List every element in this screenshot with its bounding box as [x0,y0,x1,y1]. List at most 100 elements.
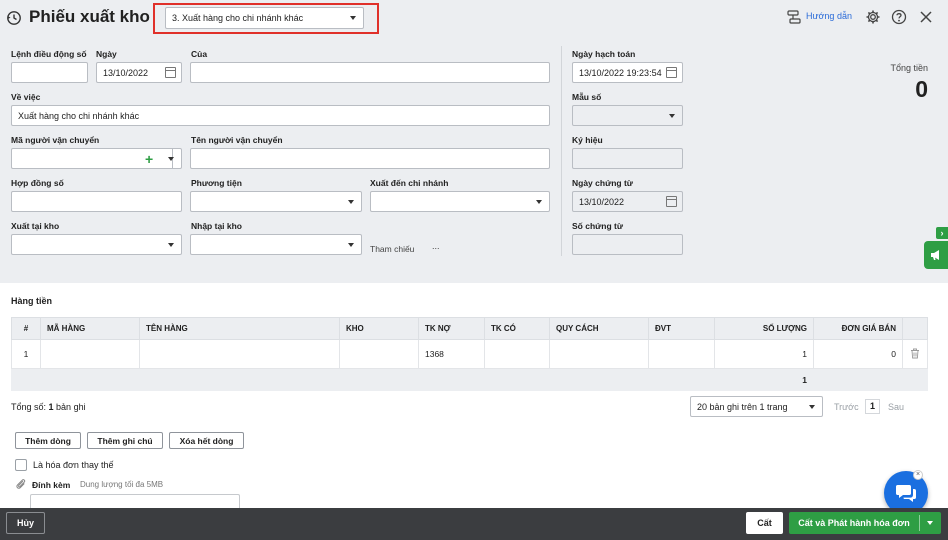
footer-bar: Hủy Cất Cất và Phát hành hóa đơn [0,508,948,540]
don-gia-cell[interactable]: 0 [813,339,903,369]
dvt-cell[interactable] [648,339,715,369]
section-title: Hàng tiền [11,296,53,306]
tk-no-cell[interactable]: 1368 [418,339,485,369]
save-options-dropdown[interactable] [920,512,941,534]
ngay-hach-toan-input[interactable]: 13/10/2022 19:23:54 [572,62,683,83]
prev-page-button[interactable]: Trước [834,402,859,412]
expand-panel-button[interactable]: › [936,227,948,239]
chevron-down-icon[interactable] [168,157,174,161]
xuat-den-chi-nhanh-select[interactable] [370,191,550,212]
ngay-chung-tu-value: 13/10/2022 [579,196,625,207]
table-row[interactable]: 1 1368 1 0 [11,339,928,369]
nhap-tai-kho-label: Nhập tại kho [191,221,243,231]
so-chung-tu-label: Số chứng từ [572,221,624,231]
cancel-button[interactable]: Hủy [6,512,45,534]
ma-nguoi-van-chuyen-label: Mã người vận chuyển [11,135,100,145]
chevron-down-icon [348,200,354,204]
chevron-down-icon [350,16,356,20]
delete-row-cell[interactable] [902,339,928,369]
quy-cach-cell[interactable] [549,339,649,369]
ngay-date-input[interactable]: 13/10/2022 [96,62,182,83]
chevron-down-icon [348,243,354,247]
table-header-row: # MÃ HÀNG TÊN HÀNG KHO TK NỢ TK CÓ QUY C… [11,317,928,340]
ten-hang-cell[interactable] [139,339,340,369]
sum-so-luong: 1 [714,368,814,391]
column-header: KHO [339,317,419,340]
add-note-button[interactable]: Thêm ghi chú [87,432,163,449]
ngay-chung-tu-label: Ngày chứng từ [572,178,633,188]
phuong-tien-select[interactable] [190,191,362,212]
phuong-tien-label: Phương tiện [191,178,242,188]
total-value: 0 [915,76,928,102]
current-page[interactable]: 1 [865,399,880,414]
column-header: MÃ HÀNG [40,317,140,340]
ky-hieu-input [572,148,683,169]
save-button[interactable]: Cất [746,512,783,534]
ngay-value: 13/10/2022 [103,67,149,78]
save-and-issue-button[interactable]: Cất và Phát hành hóa đơn [789,512,919,534]
total-label: Tổng tiền [890,63,928,73]
column-header [902,317,928,340]
add-row-button[interactable]: Thêm dòng [15,432,81,449]
record-count-suffix: bản ghi [53,402,86,412]
ve-viec-input[interactable]: Xuất hàng cho chi nhánh khác [11,105,550,126]
tham-chieu-label: Tham chiếu [370,244,415,254]
hop-dong-so-input[interactable] [11,191,182,212]
page-size-select[interactable]: 20 bản ghi trên 1 trang [690,396,823,417]
history-icon[interactable] [6,10,22,26]
xuat-tai-kho-label: Xuất tại kho [11,221,60,231]
column-header: # [11,317,41,340]
megaphone-icon [931,250,939,260]
chevron-down-icon [669,114,675,118]
chevron-down-icon [168,243,174,247]
xuat-tai-kho-select[interactable] [11,234,182,255]
column-header: ĐVT [648,317,715,340]
guide-link[interactable]: Hướng dẫn [806,11,852,21]
chevron-down-icon [536,200,542,204]
column-header: TK NỢ [418,317,485,340]
tk-co-cell[interactable] [484,339,550,369]
attach-hint: Dung lượng tối đa 5MB [80,480,164,489]
nhap-tai-kho-select[interactable] [190,234,362,255]
header-bar: Phiếu xuất kho 3. Xuất hàng cho chi nhán… [0,0,948,36]
add-icon[interactable]: + [145,151,153,167]
close-icon[interactable] [919,10,933,24]
feedback-tab[interactable] [924,241,948,269]
so-luong-cell[interactable]: 1 [714,339,814,369]
close-chat-icon[interactable]: × [913,470,923,480]
kho-cell[interactable] [339,339,419,369]
ma-hang-cell[interactable] [40,339,140,369]
replace-invoice-label: Là hóa đơn thay thế [33,460,114,470]
delete-all-rows-button[interactable]: Xóa hết dòng [169,432,244,449]
calendar-icon[interactable] [666,67,677,78]
row-number: 1 [11,339,41,369]
voucher-type-value: 3. Xuất hàng cho chi nhánh khác [172,13,304,23]
column-header: QUY CÁCH [549,317,649,340]
gear-icon[interactable] [865,9,881,25]
calendar-icon [666,196,677,207]
record-count-prefix: Tổng số: [11,402,49,412]
ten-nguoi-van-chuyen-input[interactable] [190,148,550,169]
next-page-button[interactable]: Sau [888,402,904,412]
tham-chieu-more-button[interactable]: ... [432,241,440,251]
lenh-dieu-dong-input[interactable] [11,62,88,83]
ky-hieu-label: Ký hiệu [572,135,603,145]
ten-nguoi-van-chuyen-label: Tên người vận chuyển [191,135,283,145]
trash-icon[interactable] [910,348,920,359]
mau-so-select[interactable] [572,105,683,126]
attachment-dropzone[interactable] [30,494,240,508]
ve-viec-label: Về việc [11,92,41,102]
page-title: Phiếu xuất kho [29,7,150,26]
help-icon[interactable] [891,9,907,25]
voucher-type-select[interactable]: 3. Xuất hàng cho chi nhánh khác [165,7,364,29]
guide-icon[interactable] [787,10,801,25]
cua-input[interactable] [190,62,550,83]
column-header: TK CÓ [484,317,550,340]
xuat-den-chi-nhanh-label: Xuất đến chi nhánh [370,178,449,188]
replace-invoice-checkbox[interactable] [15,459,27,471]
ma-nguoi-van-chuyen-combo[interactable]: + [11,148,182,169]
cua-label: Của [191,49,208,59]
ngay-chung-tu-input: 13/10/2022 [572,191,683,212]
table-summary-row: 1 [11,368,928,391]
calendar-icon[interactable] [165,67,176,78]
